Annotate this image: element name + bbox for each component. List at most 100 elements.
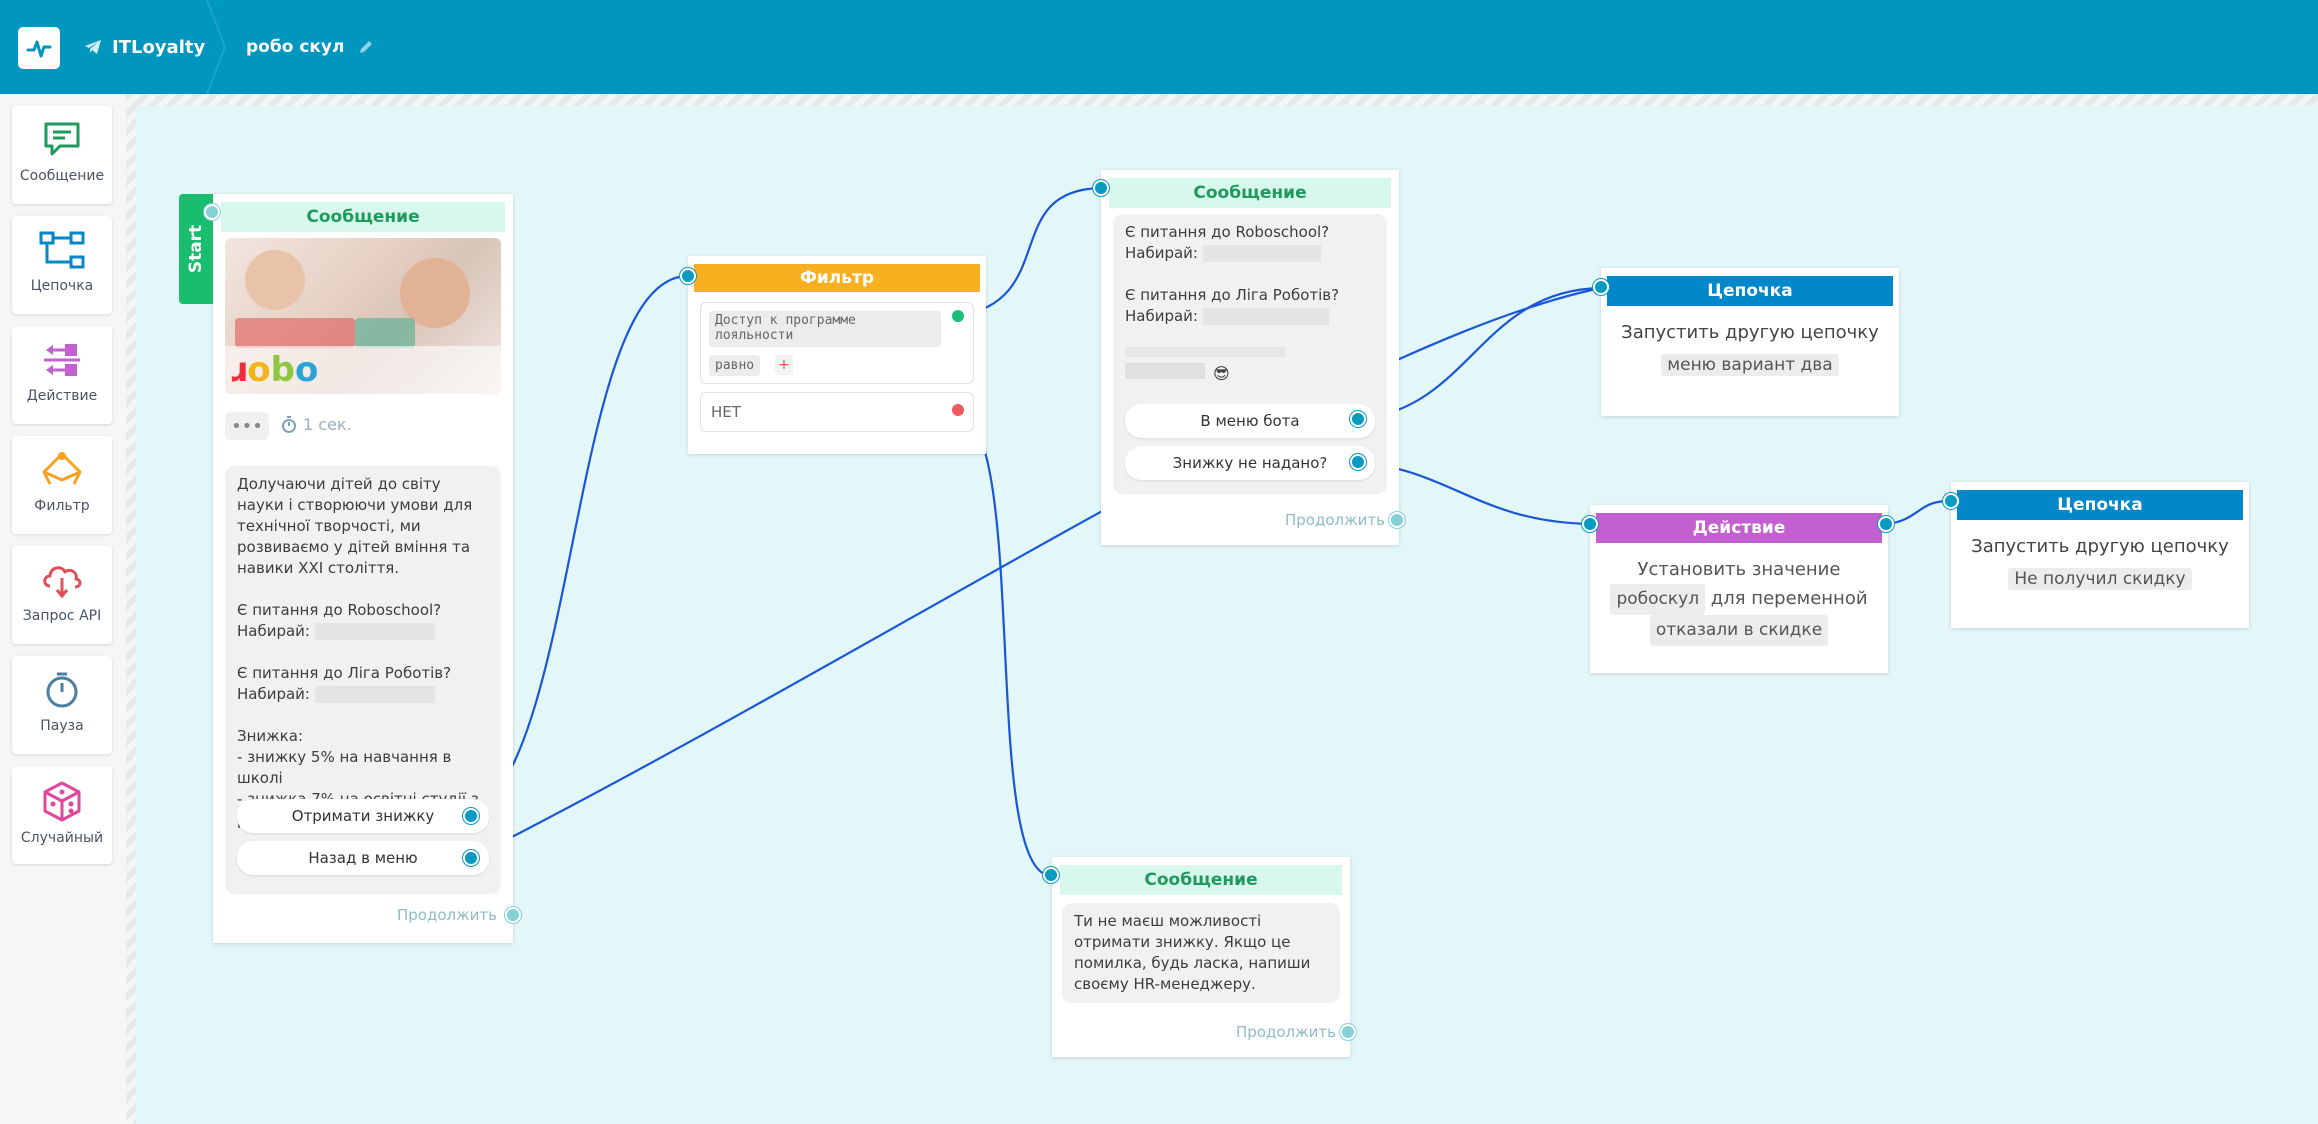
continue-label: Продолжить [1236,1023,1336,1041]
add-condition-button[interactable]: + [775,355,793,375]
action-line-1: Установить значение [1637,559,1841,580]
message-node-start[interactable]: Сообщение ɹobo ••• 1 сек. Долучаючи діте… [213,194,521,943]
node-title: Фильтр [694,264,980,292]
port-message-input[interactable] [1043,867,1059,883]
tool-api-request[interactable]: Запрос API [12,546,112,644]
dial-label: Набирай: [1125,307,1198,325]
port-chain-input[interactable] [1593,279,1609,295]
discount-title: Знижка: [237,727,303,745]
discount-line-1: - знижку 5% на навчання в школі [237,748,452,787]
port-continue[interactable] [505,907,521,923]
bot-name-text: робо скул [246,37,345,57]
action-value-tag[interactable]: робоскул [1610,584,1706,615]
timer-icon [46,672,78,708]
tools-sidebar: Сообщение Цепочка Действие Фильтр Запрос… [0,94,126,1124]
port-no-discount[interactable] [1350,454,1366,470]
message-icon [44,122,80,156]
filter-condition[interactable]: Доступ к программе лояльности равно + [700,302,974,384]
redacted-phone [1202,308,1329,325]
tool-label: Пауза [40,718,84,734]
app-logo-button[interactable] [18,27,60,69]
button-back-to-menu[interactable]: Назад в меню [237,841,489,875]
tool-message[interactable]: Сообщение [12,106,112,204]
api-cloud-icon [43,566,82,599]
action-icon [44,344,80,376]
message-text: Ти не маєш можливості отримати знижку. Я… [1074,912,1311,993]
action-variable-tag[interactable]: отказали в скидке [1649,615,1829,646]
tool-pause[interactable]: Пауза [12,656,112,754]
continue-label: Продолжить [1285,511,1385,529]
dial-label: Набирай: [237,685,310,703]
message-question-league: Є питання до Ліга Роботів? [1125,286,1340,304]
action-node[interactable]: Действие Установить значение робоскул дл… [1590,505,1888,673]
port-back-to-menu[interactable] [463,850,479,866]
chain-name-tag[interactable]: Не получил скидку [2008,568,2192,590]
pulse-logo-icon [26,40,52,58]
dice-icon [43,781,81,822]
port-action-output[interactable] [1878,516,1894,532]
sunglasses-emoji: 😎 [1213,364,1230,383]
port-filter-yes[interactable] [950,308,966,324]
tool-label: Фильтр [34,498,90,514]
top-header: ITLoyalty робо скул [0,0,2318,94]
tool-label: Запрос API [22,608,102,624]
chain-icon [39,231,85,269]
message-question-roboschool: Є питання до Roboschool? [237,601,442,619]
project-breadcrumb[interactable]: ITLoyalty [84,0,205,94]
message-node-contacts[interactable]: Сообщение Є питання до Roboschool? Набир… [1101,170,1405,545]
node-title: Сообщение [1060,865,1342,895]
tool-filter[interactable]: Фильтр [12,436,112,534]
node-title: Цепочка [1607,276,1893,306]
message-question-league: Є питання до Ліга Роботів? [237,664,452,682]
start-label: Start [186,224,207,274]
filter-else[interactable]: НЕТ [700,392,974,432]
tool-label: Сообщение [19,168,105,184]
stopwatch-icon [282,415,296,433]
message-question-roboschool: Є питання до Roboschool? [1125,223,1330,241]
port-continue[interactable] [1340,1024,1356,1040]
port-filter-input[interactable] [680,268,696,284]
chain-name-tag[interactable]: меню вариант два [1661,354,1839,376]
node-title: Действие [1596,513,1882,543]
chain-action-text: Запустить другую цепочку [1621,322,1879,343]
port-action-input[interactable] [1582,516,1598,532]
action-description: Установить значение робоскул для перемен… [1590,555,1888,646]
dial-label: Набирай: [237,622,310,640]
port-continue[interactable] [1389,512,1405,528]
tool-action[interactable]: Действие [12,326,112,424]
tool-label: Цепочка [30,278,94,294]
tool-random[interactable]: Случайный [12,766,112,864]
port-bot-menu[interactable] [1350,411,1366,427]
button-no-discount[interactable]: Знижку не надано? [1125,446,1375,480]
port-filter-no[interactable] [950,402,966,418]
continue-label: Продолжить [397,906,497,924]
tool-chain[interactable]: Цепочка [12,216,112,314]
more-options-button[interactable]: ••• [225,412,269,440]
action-line-2: для переменной [1710,588,1868,609]
message-text-bubble[interactable]: Ти не маєш можливості отримати знижку. Я… [1062,903,1340,1003]
port-start-input[interactable] [204,204,220,220]
chain-node-menu[interactable]: Цепочка Запустить другую цепочку меню ва… [1601,268,1899,416]
button-label: Назад в меню [308,849,418,867]
redacted-phone [314,623,435,640]
node-title: Цепочка [1957,490,2243,520]
port-get-discount[interactable] [463,808,479,824]
else-label: НЕТ [711,403,741,421]
condition-operator[interactable]: равно [709,355,761,376]
message-image: ɹobo [225,238,501,394]
button-label: Знижку не надано? [1172,454,1328,472]
chain-node-no-discount[interactable]: Цепочка Запустить другую цепочку Не полу… [1951,482,2249,628]
project-name: ITLoyalty [112,36,206,58]
dial-label: Набирай: [1125,244,1198,262]
filter-node[interactable]: Фильтр Доступ к программе лояльности рав… [688,256,986,454]
button-bot-menu[interactable]: В меню бота [1125,404,1375,438]
edit-pencil-icon[interactable] [358,39,374,55]
telegram-icon [85,40,101,54]
delay-indicator[interactable]: 1 сек. [281,415,352,434]
breadcrumb-separator [206,0,227,94]
message-node-denied[interactable]: Сообщение Ти не маєш можливості отримати… [1052,857,1356,1057]
condition-field[interactable]: Доступ к программе лояльности [709,311,941,347]
port-message-input[interactable] [1093,180,1109,196]
button-get-discount[interactable]: Отримати знижку [237,799,489,833]
port-chain-input[interactable] [1943,493,1959,509]
